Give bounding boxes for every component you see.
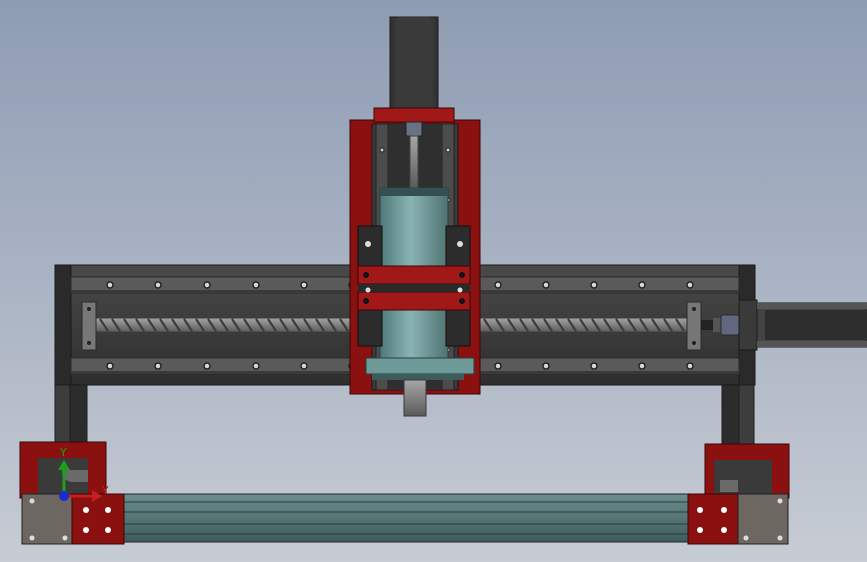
x-axis-stepper-motor bbox=[738, 299, 867, 351]
rail-bolt-icon bbox=[106, 281, 114, 289]
rail-bolt-icon bbox=[494, 281, 502, 289]
rail-bolt-icon bbox=[590, 362, 598, 370]
rail-bolt-icon bbox=[542, 362, 550, 370]
rail-bolt-icon bbox=[686, 362, 694, 370]
right-gantry-leg bbox=[721, 379, 755, 445]
z-rail-bolt-icon bbox=[445, 147, 451, 153]
triad-y-label: Y bbox=[59, 446, 67, 459]
rail-bolt-icon bbox=[154, 281, 162, 289]
rail-bolt-icon bbox=[638, 281, 646, 289]
rail-bolt-icon bbox=[638, 362, 646, 370]
right-base-block bbox=[687, 443, 790, 545]
rail-bolt-icon bbox=[252, 281, 260, 289]
cnc-gantry-model[interactable]: Y Y bbox=[0, 0, 867, 562]
base-y-rail bbox=[121, 493, 689, 543]
rail-bolt-icon bbox=[686, 281, 694, 289]
rail-bolt-icon bbox=[590, 281, 598, 289]
rail-bolt-icon bbox=[542, 281, 550, 289]
z-axis-dot-icon bbox=[59, 491, 69, 501]
rail-bolt-icon bbox=[300, 281, 308, 289]
rail-bolt-icon bbox=[494, 362, 502, 370]
left-gantry-leg bbox=[54, 379, 88, 445]
z-axis-stepper-motor bbox=[373, 16, 455, 123]
rail-bolt-icon bbox=[154, 362, 162, 370]
triad-x-label: Y bbox=[101, 484, 109, 497]
rail-bolt-icon bbox=[106, 362, 114, 370]
rail-bolt-icon bbox=[203, 281, 211, 289]
rail-bolt-icon bbox=[300, 362, 308, 370]
cad-viewport[interactable]: Y Y bbox=[0, 0, 867, 562]
z-rail-bolt-icon bbox=[379, 147, 385, 153]
rail-bolt-icon bbox=[203, 362, 211, 370]
rail-bolt-icon bbox=[252, 362, 260, 370]
